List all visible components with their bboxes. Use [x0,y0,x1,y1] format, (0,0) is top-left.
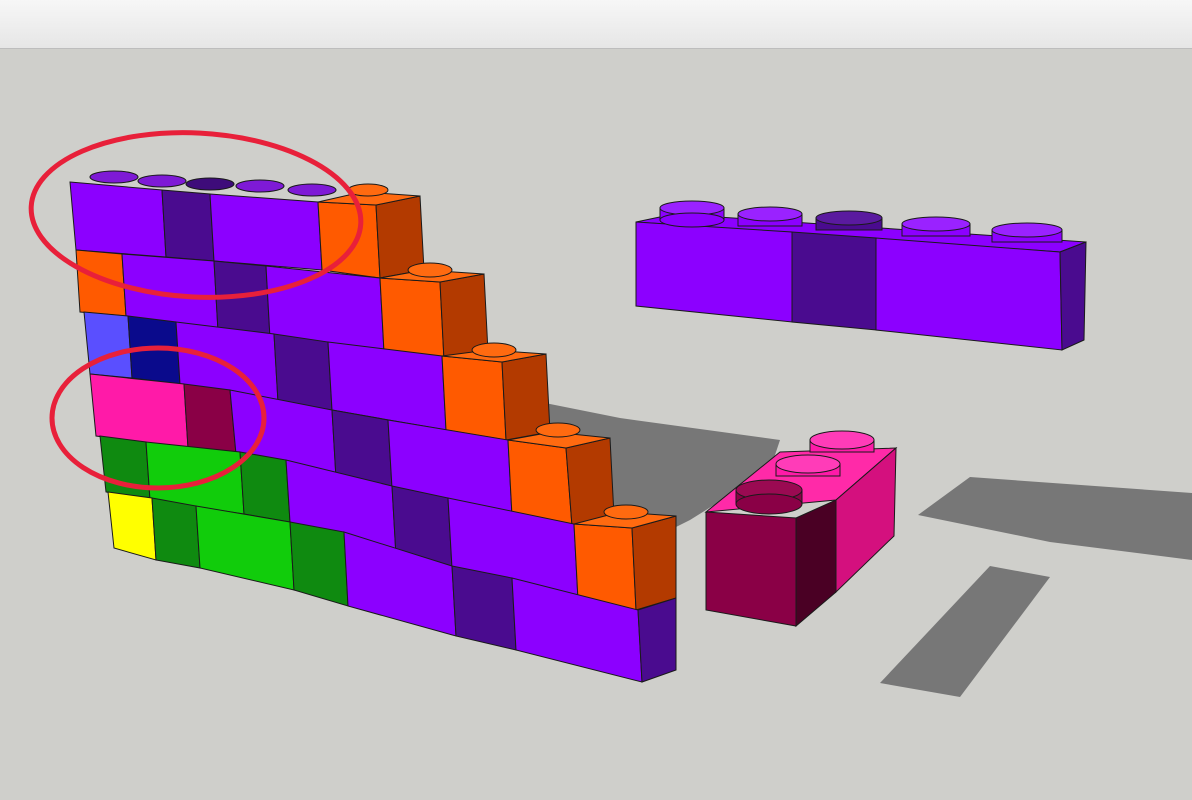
brick-front-a [635,221,793,323]
wall-r6-side [637,597,677,683]
wall-r1-orange [317,201,381,279]
wall-r1-purple-b [209,193,323,271]
wall-r1-purple-a [69,181,167,258]
purple-1x5-brick[interactable] [635,200,1087,351]
wall-r6-darkpurple [451,565,517,651]
wall-r1-darkpurple [161,189,215,262]
wall-r3-darkpurple [273,333,333,411]
brick-side [1059,241,1087,351]
wall-r5-darkgreen [99,435,151,501]
scene-canvas [28,130,1192,697]
stud [89,170,139,184]
mbrick-front [705,511,797,627]
stud [185,177,235,191]
wall-r4-maroon [183,383,237,455]
stud [407,262,453,278]
stud [471,342,517,358]
stud [235,179,285,193]
stud [137,174,187,188]
wall-r3-blue [83,311,133,379]
stud [535,422,581,438]
toolbar-strip [0,0,1192,49]
wall-r6-yellow [107,491,157,561]
wall-r5-orange-side [631,515,677,611]
wall-r6-darkgreen-b [289,521,349,607]
wall-r6-darkgreen [151,497,201,569]
brick-shadow-low [880,566,1050,697]
brick-shadow-right [918,477,1192,560]
wall-r5-darkgreen-b [239,451,291,523]
stud [603,504,649,520]
3d-viewport[interactable] [0,48,1192,800]
wall-r2-orange-b [379,277,445,361]
stud [287,183,337,197]
brick-front-b [875,237,1063,351]
brick-front-dark [791,231,877,331]
wall-r3-orange [441,355,507,441]
mbrick-front-dark [795,499,837,628]
